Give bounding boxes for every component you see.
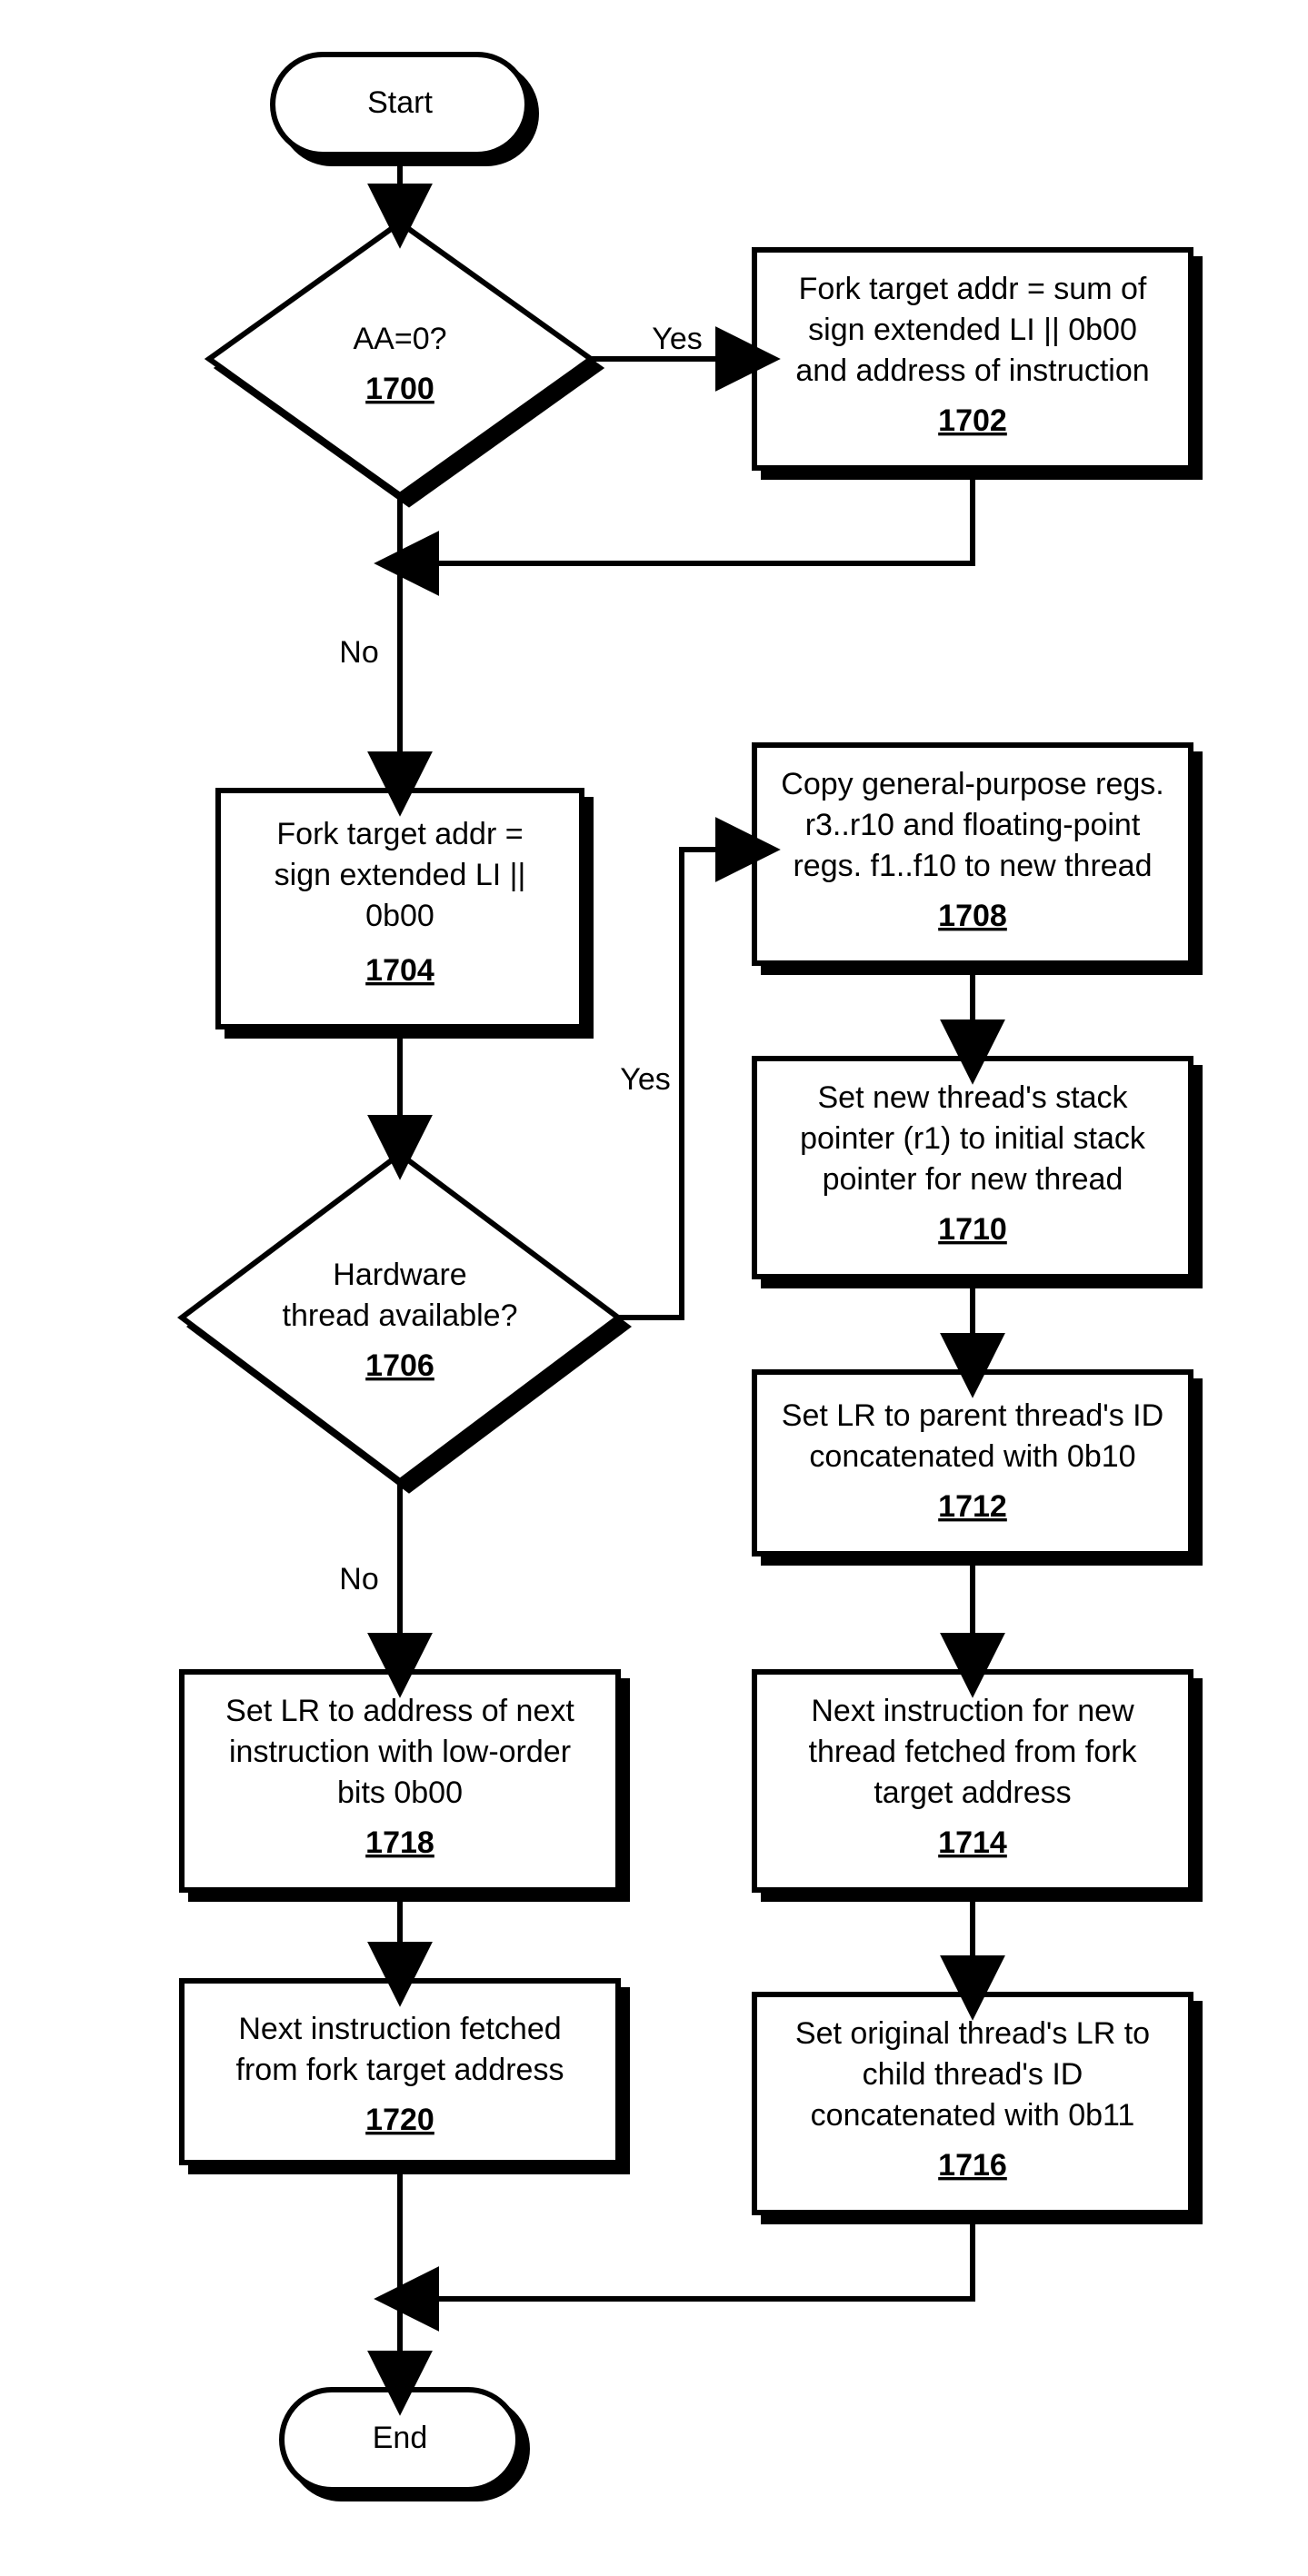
decision-1700-ref: 1700 <box>365 372 434 406</box>
box-1702: Fork target addr = sum of sign extended … <box>754 250 1191 468</box>
decision-1706-ref: 1706 <box>365 1348 434 1383</box>
decision-1700-line1: AA=0? <box>353 322 446 356</box>
end-node: End <box>282 2390 518 2490</box>
box-1720-line1: Next instruction fetched <box>238 2012 561 2046</box>
box-1712-line1: Set LR to parent thread's ID <box>782 1398 1163 1433</box>
box-1710-line2: pointer (r1) to initial stack <box>800 1121 1146 1156</box>
box-1716-ref: 1716 <box>938 2148 1007 2183</box>
box-1702-line3: and address of instruction <box>795 353 1149 388</box>
box-1720-ref: 1720 <box>365 2103 434 2137</box>
decision-1706-line1: Hardware <box>333 1258 466 1292</box>
edge-1706-yes-label: Yes <box>620 1062 670 1097</box>
box-1714-line1: Next instruction for new <box>811 1694 1134 1728</box>
box-1708-line1: Copy general-purpose regs. <box>781 767 1163 801</box>
box-1710: Set new thread's stack pointer (r1) to i… <box>754 1059 1191 1277</box>
box-1718-line1: Set LR to address of next <box>225 1694 574 1728</box>
box-1720: Next instruction fetched from fork targe… <box>182 1981 618 2163</box>
box-1714-ref: 1714 <box>938 1825 1007 1860</box>
edge-1700-no-label: No <box>339 635 378 670</box>
box-1704-line2: sign extended LI || <box>275 858 526 892</box>
box-1704: Fork target addr = sign extended LI || 0… <box>218 791 582 1027</box>
box-1704-line1: Fork target addr = <box>276 817 523 851</box>
box-1710-line1: Set new thread's stack <box>818 1080 1129 1115</box>
box-1708: Copy general-purpose regs. r3..r10 and f… <box>754 745 1191 963</box>
box-1718-line2: instruction with low-order <box>229 1735 571 1769</box>
start-node: Start <box>273 55 527 154</box>
decision-1706: Hardware thread available? 1706 <box>182 1154 618 1481</box>
box-1716-line2: child thread's ID <box>863 2057 1083 2092</box>
decision-1700: AA=0? 1700 <box>209 223 591 495</box>
box-1714-line2: thread fetched from fork <box>809 1735 1138 1769</box>
flowchart-canvas: Start AA=0? 1700 Fork target addr = sum … <box>0 0 1308 2576</box>
box-1714-line3: target address <box>874 1775 1071 1810</box>
decision-1706-line2: thread available? <box>283 1298 518 1333</box>
box-1708-line3: regs. f1..f10 to new thread <box>793 849 1152 883</box>
box-1702-ref: 1702 <box>938 403 1007 438</box>
box-1718-ref: 1718 <box>365 1825 434 1860</box>
box-1712: Set LR to parent thread's ID concatenate… <box>754 1372 1191 1554</box>
edge-1700-yes-label: Yes <box>652 322 702 356</box>
box-1714: Next instruction for new thread fetched … <box>754 1672 1191 1890</box>
box-1712-line2: concatenated with 0b10 <box>809 1439 1135 1474</box>
box-1704-line3: 0b00 <box>365 899 434 933</box>
box-1716-line3: concatenated with 0b11 <box>811 2098 1135 2133</box>
box-1704-ref: 1704 <box>365 953 434 988</box>
box-1702-line2: sign extended LI || 0b00 <box>808 313 1137 347</box>
box-1702-line1: Fork target addr = sum of <box>799 272 1147 306</box>
box-1708-line2: r3..r10 and floating-point <box>805 808 1141 842</box>
box-1708-ref: 1708 <box>938 899 1007 933</box>
box-1720-line2: from fork target address <box>236 2053 564 2087</box>
start-label: Start <box>367 85 433 120</box>
box-1712-ref: 1712 <box>938 1489 1007 1524</box>
box-1716-line1: Set original thread's LR to <box>795 2016 1150 2051</box>
edge-1706-no-label: No <box>339 1562 378 1596</box>
box-1710-line3: pointer for new thread <box>823 1162 1123 1197</box>
box-1710-ref: 1710 <box>938 1212 1007 1247</box>
box-1716: Set original thread's LR to child thread… <box>754 1994 1191 2213</box>
box-1718: Set LR to address of next instruction wi… <box>182 1672 618 1890</box>
box-1718-line3: bits 0b00 <box>337 1775 463 1810</box>
end-label: End <box>373 2421 428 2455</box>
